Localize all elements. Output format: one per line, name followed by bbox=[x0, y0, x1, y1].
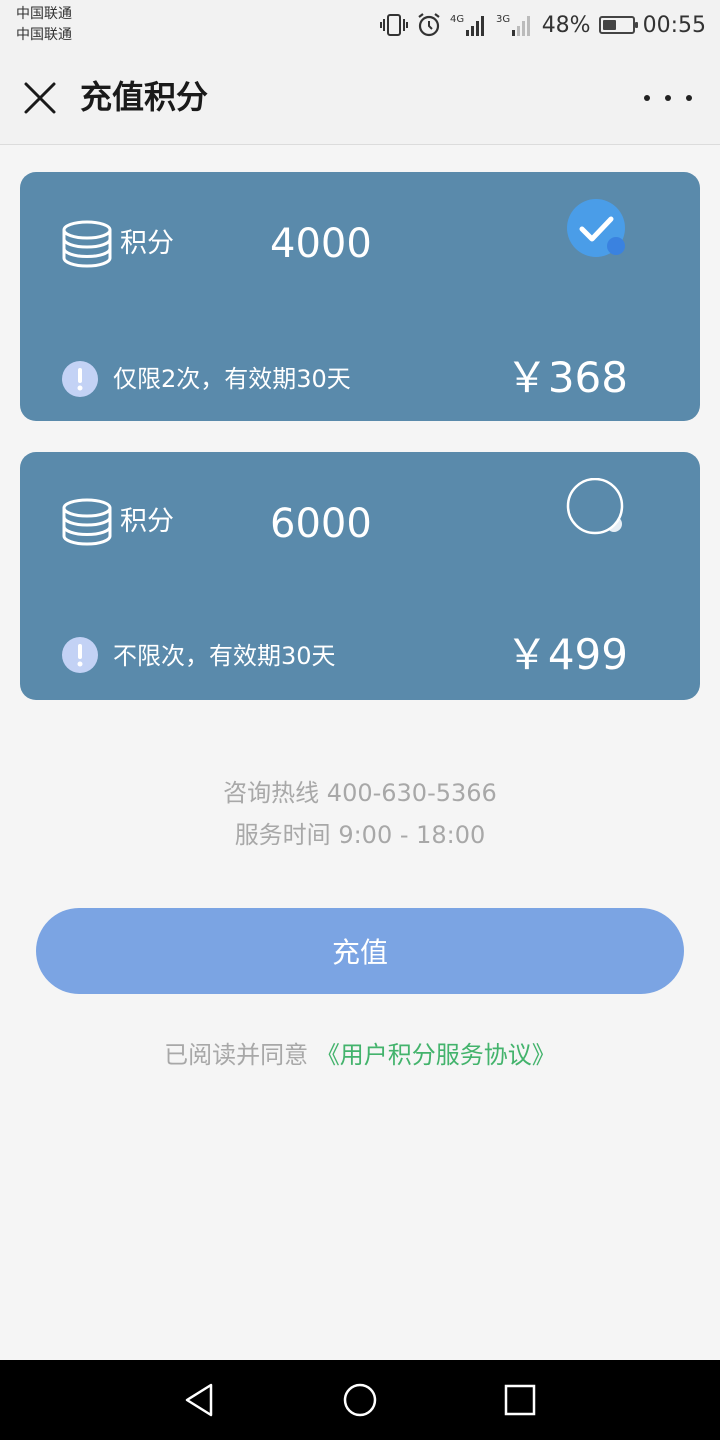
points-amount: 6000 bbox=[270, 501, 372, 547]
svg-text:4G: 4G bbox=[450, 14, 464, 25]
status-bar: 中国联通 中国联通 4G 3G 48% 00:55 bbox=[0, 0, 720, 50]
clock: 00:55 bbox=[642, 12, 706, 38]
package-card-1[interactable]: 积分 4000 仅限2次，有效期30天 ￥368 bbox=[20, 172, 700, 421]
carrier-label: 中国联通 bbox=[16, 6, 72, 22]
alarm-icon bbox=[418, 13, 440, 37]
title-bar: 充值积分 bbox=[0, 50, 720, 145]
home-circle-icon[interactable] bbox=[340, 1380, 380, 1420]
coins-icon bbox=[62, 220, 112, 268]
signal-4g-icon: 4G bbox=[450, 14, 484, 36]
agreement-text: 已阅读并同意 bbox=[164, 1041, 309, 1069]
vibrate-icon bbox=[379, 14, 408, 36]
agreement-link[interactable]: 《用户积分服务协议》 bbox=[316, 1041, 556, 1069]
close-icon bbox=[24, 82, 56, 114]
info-icon bbox=[62, 637, 98, 673]
page-title: 充值积分 bbox=[80, 78, 209, 116]
status-icons: 4G 3G 48% 00:55 bbox=[379, 10, 706, 40]
recharge-button[interactable]: 充值 bbox=[36, 908, 684, 994]
points-amount: 4000 bbox=[270, 221, 372, 267]
carrier-label: 中国联通 bbox=[16, 27, 72, 43]
system-nav-bar bbox=[0, 1360, 720, 1440]
package-description: 不限次，有效期30天 bbox=[113, 642, 336, 670]
package-price: ￥499 bbox=[505, 630, 628, 679]
points-label: 积分 bbox=[120, 506, 174, 537]
agreement-line: 已阅读并同意 《用户积分服务协议》 bbox=[0, 1038, 720, 1072]
battery-icon bbox=[598, 16, 638, 34]
back-triangle-icon[interactable] bbox=[180, 1380, 220, 1420]
battery-percent: 48% bbox=[541, 12, 591, 38]
info-icon bbox=[62, 361, 98, 397]
svg-text:3G: 3G bbox=[496, 14, 510, 25]
package-card-2[interactable]: 积分 6000 不限次，有效期30天 ￥499 bbox=[20, 452, 700, 700]
service-hours: 服务时间 9:00 - 18:00 bbox=[234, 821, 486, 849]
more-icon bbox=[644, 95, 650, 101]
unchecked-radio-icon[interactable] bbox=[566, 478, 630, 542]
points-label: 积分 bbox=[120, 228, 174, 259]
package-description: 仅限2次，有效期30天 bbox=[113, 365, 351, 393]
package-price: ￥368 bbox=[505, 353, 628, 402]
hotline-phone: 咨询热线 400-630-5366 bbox=[223, 779, 497, 807]
close-button[interactable] bbox=[18, 76, 62, 120]
more-options-button[interactable] bbox=[644, 84, 692, 112]
coins-icon bbox=[62, 498, 112, 546]
checked-radio-icon[interactable] bbox=[566, 198, 630, 262]
recent-apps-square-icon[interactable] bbox=[500, 1380, 540, 1420]
signal-3g-icon: 3G bbox=[496, 14, 530, 36]
